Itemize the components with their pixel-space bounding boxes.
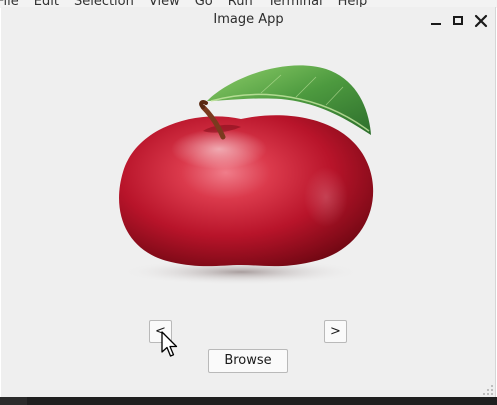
image-app-window: Image App < > Browse — [1, 7, 496, 397]
window-title: Image App — [213, 12, 284, 27]
browse-button[interactable]: Browse — [208, 349, 288, 373]
minimize-icon[interactable] — [428, 13, 444, 29]
mouse-pointer-icon — [161, 331, 178, 357]
next-button[interactable]: > — [324, 320, 347, 343]
apple-image — [119, 65, 374, 285]
resize-grip-icon[interactable] — [482, 384, 494, 396]
taskbar-strip — [0, 397, 497, 405]
taskbar-left-block — [0, 397, 27, 405]
titlebar[interactable]: Image App — [1, 7, 496, 35]
maximize-icon[interactable] — [450, 13, 466, 29]
close-icon[interactable] — [473, 13, 489, 29]
